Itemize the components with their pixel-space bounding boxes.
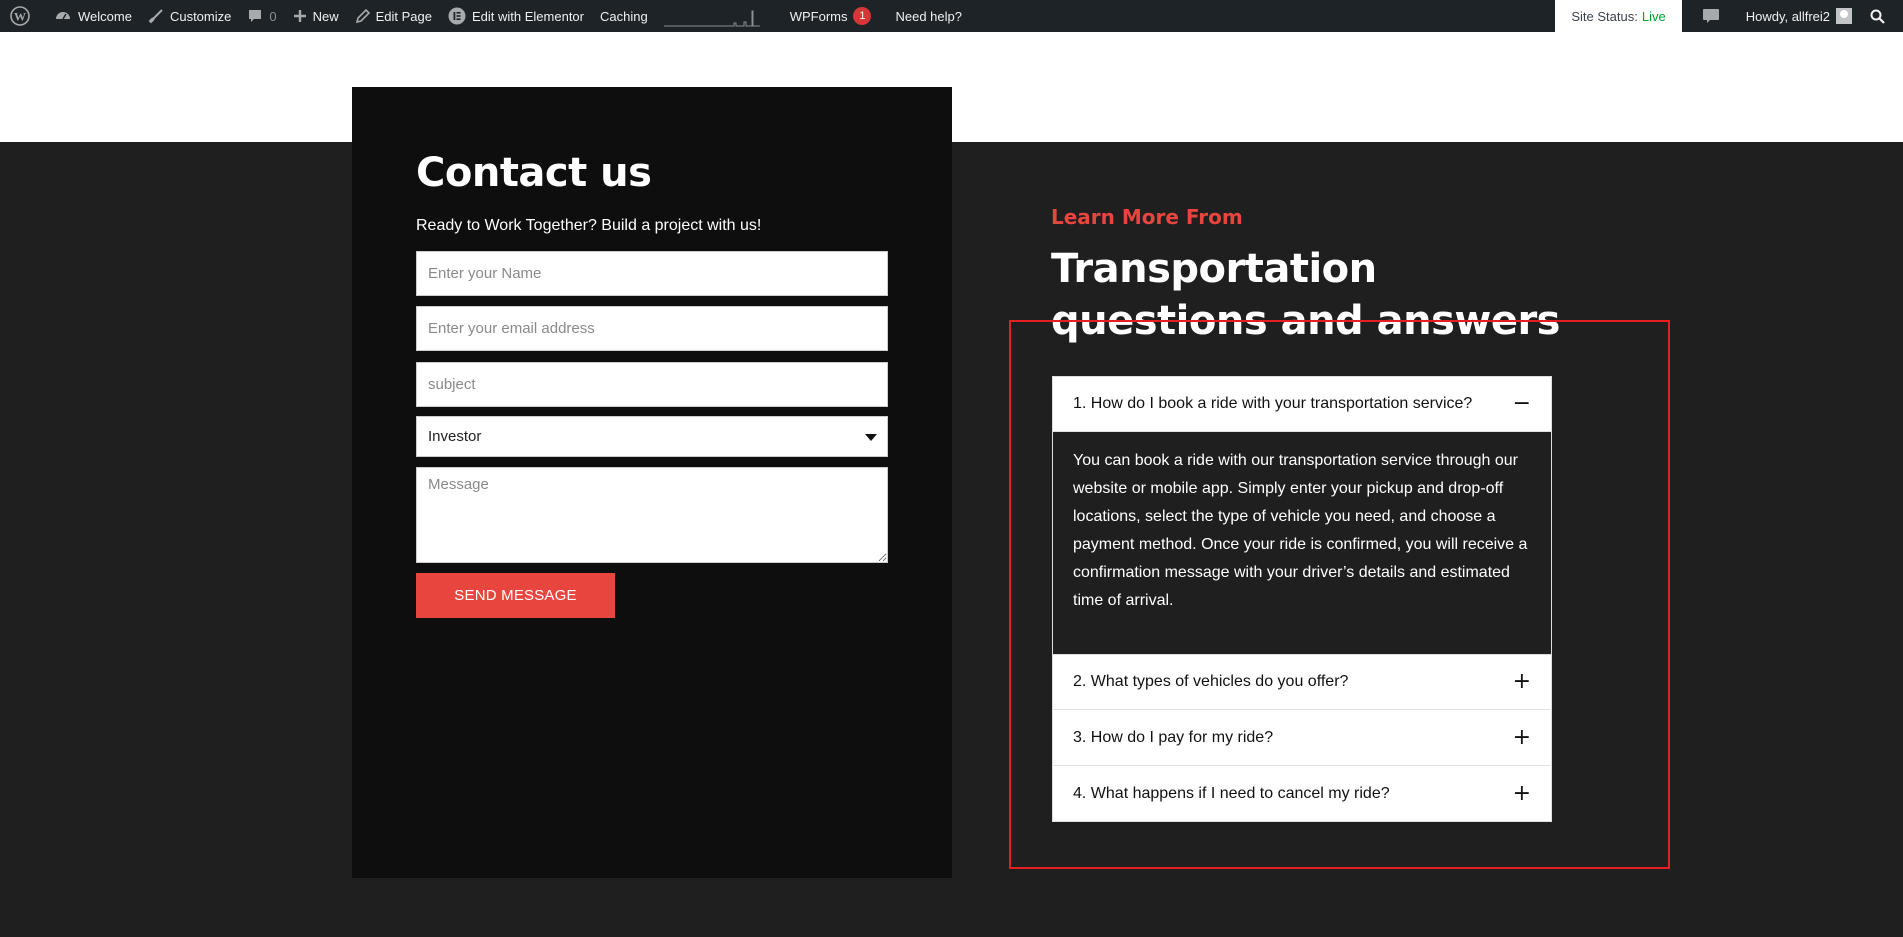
role-select-value: Investor [428, 428, 482, 445]
dashboard-icon [56, 12, 70, 20]
elementor-label: Edit with Elementor [472, 8, 584, 24]
plus-icon: + [1512, 669, 1531, 694]
faq-title: Transportation questions and answers [1051, 246, 1561, 344]
site-status-label: Site Status: [1571, 8, 1638, 24]
site-status-indicator[interactable]: Site Status: Live [1555, 0, 1682, 32]
search-icon [1870, 9, 1885, 24]
role-select[interactable]: Investor [416, 416, 888, 457]
subject-field[interactable] [416, 362, 888, 407]
pencil-icon [355, 8, 370, 23]
elementor-icon [448, 7, 466, 25]
faq-question-1[interactable]: 1. How do I book a ride with your transp… [1052, 376, 1552, 432]
admin-elementor-link[interactable]: Edit with Elementor [440, 0, 592, 32]
admin-search-button[interactable] [1860, 0, 1903, 32]
admin-stats-graph[interactable] [656, 0, 774, 32]
admin-account-menu[interactable]: Howdy, allfrei2 [1738, 0, 1860, 32]
howdy-label: Howdy, allfrei2 [1745, 8, 1830, 24]
faq-question-2[interactable]: 2. What types of vehicles do you offer? … [1052, 654, 1552, 710]
caching-label: Caching [600, 8, 648, 24]
notification-icon [1702, 9, 1719, 23]
comments-count: 0 [269, 8, 277, 24]
contact-title: Contact us [416, 150, 652, 196]
minus-icon: − [1512, 391, 1531, 416]
admin-help-link[interactable]: Need help? [887, 0, 970, 32]
comment-icon [249, 10, 262, 22]
new-label: New [312, 8, 339, 24]
plus-icon [293, 10, 306, 22]
brush-icon [148, 9, 163, 24]
admin-new-link[interactable]: New [285, 0, 347, 32]
help-label: Need help? [895, 8, 962, 24]
stats-sparkline-icon [663, 10, 760, 27]
faq-answer-1: You can book a ride with our transportat… [1052, 432, 1552, 654]
faq-eyebrow: Learn More From [1051, 205, 1243, 229]
wpforms-badge: 1 [853, 7, 872, 25]
contact-subtitle: Ready to Work Together? Build a project … [416, 217, 762, 234]
chevron-down-icon [865, 434, 877, 441]
customize-label: Customize [169, 8, 232, 24]
plus-icon: + [1512, 724, 1531, 750]
send-message-button[interactable]: SEND MESSAGE [416, 573, 615, 618]
message-field[interactable] [416, 467, 888, 563]
admin-notifications[interactable] [1690, 0, 1738, 32]
name-field[interactable] [416, 251, 888, 296]
avatar [1836, 8, 1852, 24]
edit-page-label: Edit Page [375, 8, 432, 24]
admin-bar: W Welcome Customize 0 New Edit Page Edit… [0, 0, 1903, 32]
faq-question-text: 3. How do I pay for my ride? [1073, 728, 1274, 746]
admin-edit-page-link[interactable]: Edit Page [347, 0, 440, 32]
site-status-value: Live [1641, 8, 1666, 24]
admin-welcome-link[interactable]: Welcome [46, 0, 140, 32]
faq-question-text: 1. How do I book a ride with your transp… [1073, 395, 1473, 412]
wpforms-label: WPForms [789, 8, 848, 24]
wordpress-logo-icon[interactable]: W [0, 0, 46, 32]
faq-question-4[interactable]: 4. What happens if I need to cancel my r… [1052, 766, 1552, 822]
plus-icon: + [1512, 780, 1531, 806]
admin-caching-link[interactable]: Caching [592, 0, 656, 32]
faq-question-3[interactable]: 3. How do I pay for my ride? + [1052, 710, 1552, 766]
faq-question-text: 4. What happens if I need to cancel my r… [1073, 784, 1390, 802]
admin-wpforms-link[interactable]: WPForms 1 [782, 0, 880, 32]
admin-customize-link[interactable]: Customize [140, 0, 239, 32]
svg-text:W: W [14, 10, 26, 24]
admin-comments-link[interactable]: 0 [239, 0, 284, 32]
email-field[interactable] [416, 306, 888, 351]
faq-question-text: 2. What types of vehicles do you offer? [1073, 673, 1349, 690]
faq-accordion: 1. How do I book a ride with your transp… [1052, 376, 1552, 822]
welcome-label: Welcome [78, 8, 132, 24]
